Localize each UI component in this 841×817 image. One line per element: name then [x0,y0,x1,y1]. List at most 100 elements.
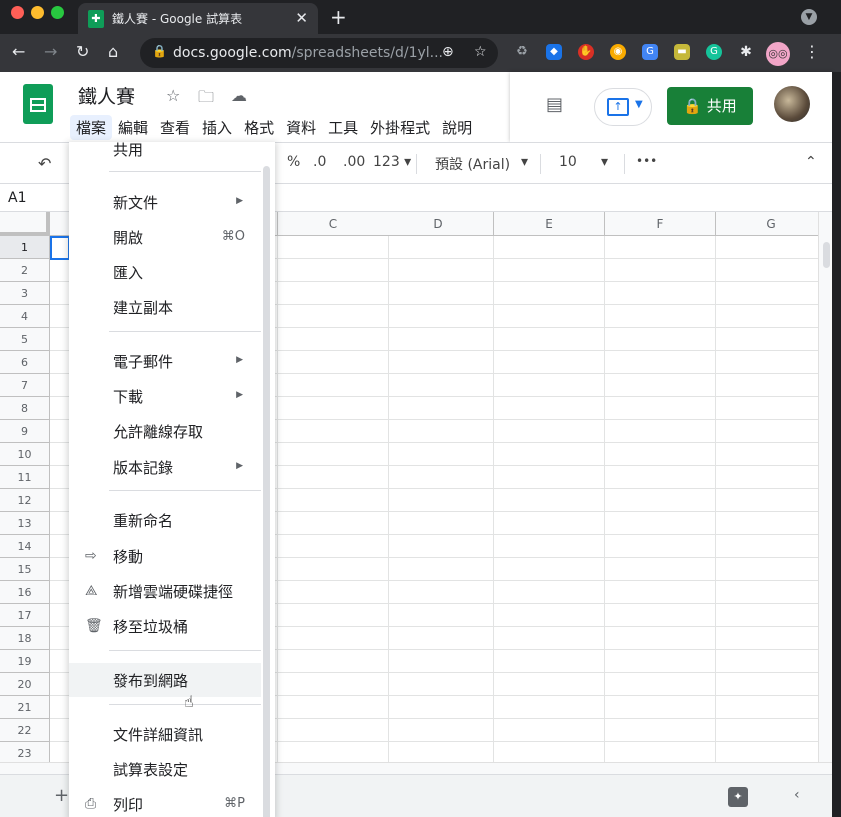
grid-cell[interactable] [716,604,818,627]
grid-cell[interactable] [716,512,818,535]
menu-help[interactable]: 說明 [436,115,478,140]
menu-item[interactable]: ⇨ 移動 [69,539,261,573]
row-header-17[interactable]: 17 [0,604,50,627]
grid-cell[interactable] [278,604,389,627]
grid-cell[interactable] [605,236,716,259]
selected-cell-a1[interactable] [50,236,70,260]
menu-insert[interactable]: 插入 [196,115,238,140]
grid-cell[interactable] [383,742,494,762]
grid-cell[interactable] [278,282,389,305]
grid-cell[interactable] [716,719,818,742]
grid-cell[interactable] [278,397,389,420]
grid-cell[interactable] [605,305,716,328]
grid-cell[interactable] [494,650,605,673]
grid-cell[interactable] [605,696,716,719]
grid-cell[interactable] [716,696,818,719]
translate-extension-icon[interactable]: G [642,44,658,60]
row-header-21[interactable]: 21 [0,696,50,719]
name-box[interactable]: A1 [8,190,26,206]
grid-cell[interactable] [716,489,818,512]
row-header-16[interactable]: 16 [0,581,50,604]
menu-edit[interactable]: 編輯 [112,115,154,140]
gem-extension-icon[interactable]: ◆ [546,44,562,60]
grid-cell[interactable] [383,719,494,742]
menu-item[interactable]: 文件詳細資訊 [69,717,261,751]
menu-item[interactable]: ⟁ 新增雲端硬碟捷徑 [69,574,261,608]
grid-cell[interactable] [605,581,716,604]
grid-cell[interactable] [716,259,818,282]
menu-item[interactable]: 🗑 移至垃圾桶 [69,609,261,643]
star-icon[interactable]: ☆ [166,86,180,105]
comment-history-icon[interactable]: ▤ [546,94,563,115]
grid-cell[interactable] [494,236,605,259]
grid-cell[interactable] [605,443,716,466]
grid-cell[interactable] [716,627,818,650]
row-header-13[interactable]: 13 [0,512,50,535]
grid-cell[interactable] [383,535,494,558]
menu-item[interactable]: 版本記錄 ▶ [69,450,261,484]
window-minimize-button[interactable] [31,6,44,19]
menu-item[interactable]: 重新命名 [69,503,261,537]
grid-cell[interactable] [383,282,494,305]
row-header-23[interactable]: 23 [0,742,50,762]
scroll-thumb[interactable] [823,242,830,268]
move-folder-icon[interactable]: 🗀 [198,86,214,113]
row-header-6[interactable]: 6 [0,351,50,374]
grid-cell[interactable] [605,673,716,696]
grid-cell[interactable] [278,719,389,742]
grid-cell[interactable] [278,443,389,466]
menu-item[interactable]: 新文件 ▶ [69,185,261,219]
more-options-button[interactable]: ••• [636,154,657,168]
column-header-e[interactable]: E [494,212,605,236]
grid-cell[interactable] [716,558,818,581]
grid-cell[interactable] [383,558,494,581]
undo-icon[interactable]: ↶ [38,154,51,173]
row-header-4[interactable]: 4 [0,305,50,328]
increase-decimal-button[interactable]: .00 [343,154,365,170]
grid-cell[interactable] [716,305,818,328]
grid-cell[interactable] [716,581,818,604]
column-header-c[interactable]: C [278,212,389,236]
row-header-12[interactable]: 12 [0,489,50,512]
grid-cell[interactable] [278,259,389,282]
menu-addons[interactable]: 外掛程式 [364,115,436,140]
row-header-10[interactable]: 10 [0,443,50,466]
grid-cell[interactable] [494,489,605,512]
menu-item[interactable]: 匯入 [69,255,261,289]
menu-item[interactable]: 建立副本 [69,290,261,324]
grid-cell[interactable] [278,558,389,581]
menu-format[interactable]: 格式 [238,115,280,140]
grid-cell[interactable] [383,512,494,535]
number-format-dropdown[interactable]: 123 ▾ [373,154,411,170]
row-header-1[interactable]: 1 [0,236,50,259]
grid-cell[interactable] [278,673,389,696]
grid-cell[interactable] [494,466,605,489]
grid-cell[interactable] [605,719,716,742]
new-tab-icon[interactable]: + [330,5,347,29]
grid-cell[interactable] [605,627,716,650]
grid-cell[interactable] [494,719,605,742]
grid-cell[interactable] [716,650,818,673]
menu-item[interactable]: ⎙ 列印 ⌘P [69,787,261,817]
row-header-14[interactable]: 14 [0,535,50,558]
format-percent-button[interactable]: % [287,154,300,170]
grid-cell[interactable] [494,535,605,558]
grid-cell[interactable] [716,742,818,762]
row-header-18[interactable]: 18 [0,627,50,650]
grid-cell[interactable] [278,466,389,489]
menu-item[interactable]: 試算表設定 [69,752,261,786]
grid-cell[interactable] [383,351,494,374]
grid-cell[interactable] [605,512,716,535]
grammar-extension-icon[interactable]: G [706,44,722,60]
browser-tab[interactable]: ✚ 鐵人賽 - Google 試算表 ✕ [78,3,318,34]
grid-cell[interactable] [605,466,716,489]
row-header-20[interactable]: 20 [0,673,50,696]
grid-cell[interactable] [605,420,716,443]
grid-cell[interactable] [716,282,818,305]
menu-scrollbar[interactable] [263,166,270,817]
column-header-f[interactable]: F [605,212,716,236]
grid-cell[interactable] [716,443,818,466]
grid-cell[interactable] [605,535,716,558]
column-header-g[interactable]: G [716,212,818,236]
menu-item[interactable]: 發布到網路 [69,663,261,697]
